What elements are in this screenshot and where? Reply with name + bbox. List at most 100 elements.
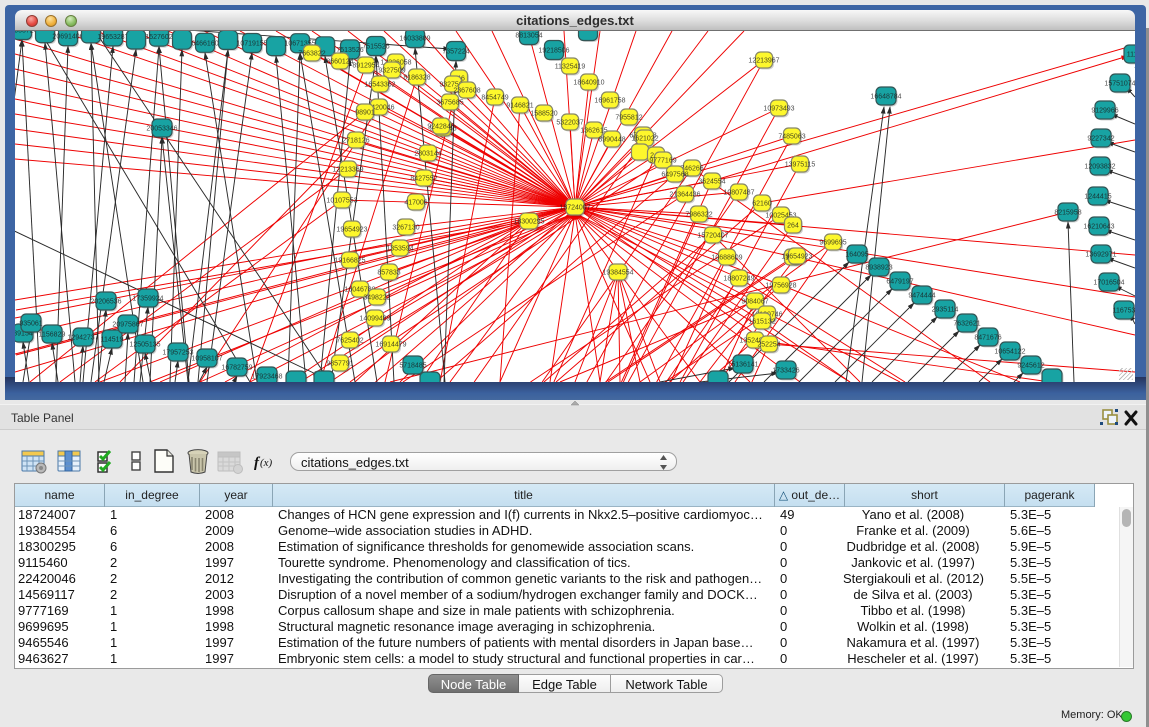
svg-text:19756928: 19756928 xyxy=(765,283,796,290)
svg-text:10719155: 10719155 xyxy=(236,41,267,48)
svg-text:20053346: 20053346 xyxy=(146,126,177,133)
svg-text:17359924: 17359924 xyxy=(132,296,163,303)
svg-text:17957253: 17957253 xyxy=(162,350,193,357)
svg-text:16961758: 16961758 xyxy=(594,98,625,105)
svg-text:8454749: 8454749 xyxy=(481,95,508,102)
svg-text:2367608: 2367608 xyxy=(453,88,480,95)
svg-text:1733426: 1733426 xyxy=(772,368,799,375)
svg-text:9084067: 9084067 xyxy=(741,299,768,306)
svg-text:10654122: 10654122 xyxy=(994,349,1025,356)
svg-text:8912954: 8912954 xyxy=(352,63,379,70)
svg-text:8990448: 8990448 xyxy=(598,137,625,144)
svg-text:14099489: 14099489 xyxy=(359,316,390,323)
svg-text:1588520: 1588520 xyxy=(530,111,557,118)
svg-text:8215958: 8215958 xyxy=(1054,210,1081,217)
svg-text:8813054: 8813054 xyxy=(515,33,542,40)
svg-text:9129966: 9129966 xyxy=(1091,108,1118,115)
svg-text:11325419: 11325419 xyxy=(555,64,586,71)
svg-text:14055724: 14055724 xyxy=(15,31,38,35)
svg-text:12213369: 12213369 xyxy=(332,167,363,174)
svg-text:1156829: 1156829 xyxy=(39,332,66,339)
svg-text:19384554: 19384554 xyxy=(602,270,633,277)
svg-text:3675685: 3675685 xyxy=(436,100,463,107)
svg-text:6497568: 6497568 xyxy=(661,172,688,179)
svg-text:16782759: 16782759 xyxy=(221,365,252,372)
svg-text:13692971: 13692971 xyxy=(1085,252,1116,259)
svg-text:3498222: 3498222 xyxy=(363,295,390,302)
svg-text:18300295: 18300295 xyxy=(513,219,544,226)
svg-text:9327509: 9327509 xyxy=(378,68,405,75)
svg-text:9699695: 9699695 xyxy=(819,240,846,247)
svg-text:17016504: 17016504 xyxy=(1093,280,1124,287)
svg-text:21364436: 21364436 xyxy=(669,192,700,199)
svg-text:1621022: 1621022 xyxy=(631,136,658,143)
svg-text:19654923: 19654923 xyxy=(336,227,367,234)
svg-text:12213967: 12213967 xyxy=(748,58,779,65)
svg-text:3624554: 3624554 xyxy=(698,179,725,186)
svg-text:10958107: 10958107 xyxy=(191,356,222,363)
svg-text:8427552: 8427552 xyxy=(410,176,437,183)
svg-text:15751074: 15751074 xyxy=(1104,81,1135,88)
svg-text:2803144: 2803144 xyxy=(414,151,441,158)
svg-text:12942737: 12942737 xyxy=(67,335,98,342)
svg-text:12093832: 12093832 xyxy=(1084,164,1115,171)
svg-text:18640910: 18640910 xyxy=(573,80,604,87)
svg-text:2718126: 2718126 xyxy=(342,138,369,145)
svg-text:16543362: 16543362 xyxy=(364,82,395,89)
svg-text:1112: 1112 xyxy=(1127,52,1135,59)
svg-text:16648784: 16648784 xyxy=(870,94,901,101)
svg-text:8186328: 8186328 xyxy=(403,75,430,82)
svg-text:18807249: 18807249 xyxy=(723,276,754,283)
svg-text:15136141: 15136141 xyxy=(727,362,758,369)
svg-text:1244415: 1244415 xyxy=(1084,194,1111,201)
svg-text:2935114: 2935114 xyxy=(932,307,959,314)
svg-text:10973493: 10973493 xyxy=(763,106,794,113)
svg-text:1615132: 1615132 xyxy=(748,319,775,326)
svg-text:1527602: 1527602 xyxy=(145,34,172,41)
svg-text:8471676: 8471676 xyxy=(974,335,1001,342)
svg-text:7485063: 7485063 xyxy=(778,134,805,141)
svg-text:5718485: 5718485 xyxy=(399,363,426,370)
svg-text:98901: 98901 xyxy=(355,110,375,117)
svg-text:1353594: 1353594 xyxy=(386,246,413,253)
svg-text:9227342: 9227342 xyxy=(1087,136,1114,143)
svg-text:8938923: 8938923 xyxy=(865,265,892,272)
svg-text:10107553: 10107553 xyxy=(326,198,357,205)
svg-text:5322037: 5322037 xyxy=(556,120,583,127)
svg-text:13975115: 13975115 xyxy=(785,162,816,169)
svg-text:20975867: 20975867 xyxy=(112,322,143,329)
svg-text:116753: 116753 xyxy=(1113,308,1135,315)
svg-text:9146821: 9146821 xyxy=(506,103,533,110)
svg-text:7663822: 7663822 xyxy=(298,51,325,58)
svg-text:19166825: 19166825 xyxy=(334,258,365,265)
svg-text:8660124: 8660124 xyxy=(326,59,353,66)
svg-text:19653287: 19653287 xyxy=(97,34,128,41)
svg-text:19218506: 19218506 xyxy=(538,48,569,55)
svg-text:7357224: 7357224 xyxy=(442,49,469,56)
svg-text:264: 264 xyxy=(787,223,799,230)
svg-text:12505135: 12505135 xyxy=(129,342,160,349)
svg-text:9857791: 9857791 xyxy=(326,361,353,368)
svg-text:935061: 935061 xyxy=(19,321,42,328)
svg-text:9777169: 9777169 xyxy=(649,158,676,165)
svg-text:7515526: 7515526 xyxy=(362,44,389,51)
svg-text:114519: 114519 xyxy=(101,337,124,344)
svg-text:6466160: 6466160 xyxy=(191,40,218,47)
svg-text:17923468: 17923468 xyxy=(251,374,282,381)
svg-text:16033809: 16033809 xyxy=(399,36,430,43)
svg-text:6479197: 6479197 xyxy=(886,279,913,286)
svg-text:857833: 857833 xyxy=(377,270,400,277)
svg-text:7955812: 7955812 xyxy=(615,115,642,122)
svg-text:9245612: 9245612 xyxy=(1017,363,1044,370)
svg-text:16914479: 16914479 xyxy=(375,342,406,349)
svg-text:9474444: 9474444 xyxy=(908,293,935,300)
svg-text:16210643: 16210643 xyxy=(1083,224,1114,231)
svg-text:18724007: 18724007 xyxy=(559,205,590,212)
svg-text:164095: 164095 xyxy=(845,252,868,259)
svg-text:252254: 252254 xyxy=(757,342,780,349)
svg-text:7625402: 7625402 xyxy=(336,338,363,345)
svg-text:417006: 417006 xyxy=(404,200,427,207)
svg-text:62160: 62160 xyxy=(752,201,772,208)
svg-text:(x): (x) xyxy=(260,457,273,469)
svg-text:20691406: 20691406 xyxy=(52,34,83,41)
